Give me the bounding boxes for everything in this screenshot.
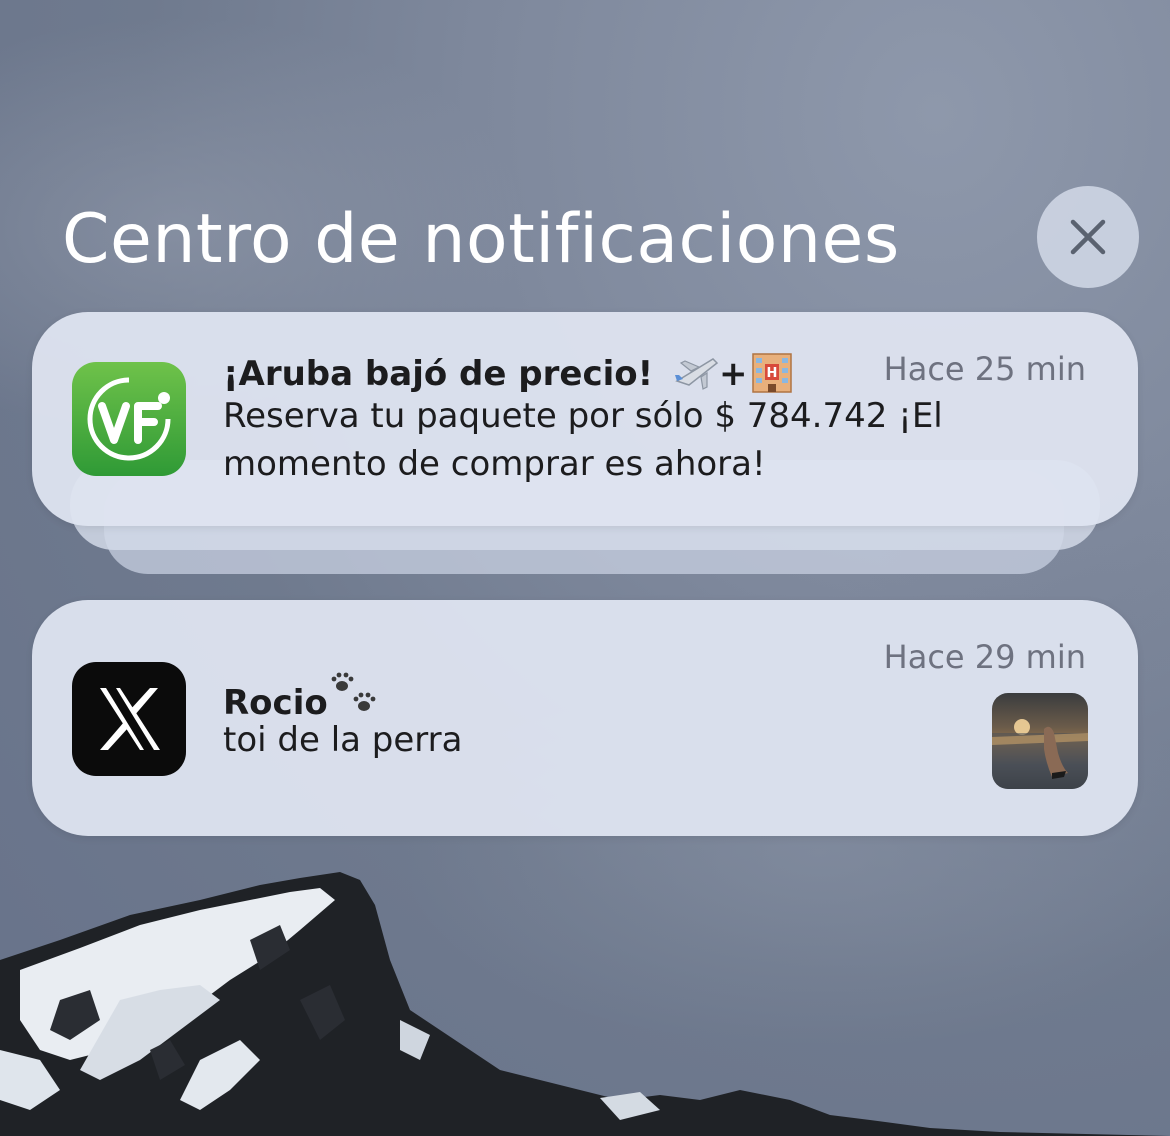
svg-text:H: H xyxy=(767,366,778,381)
x-logo-icon xyxy=(100,688,160,750)
vf-app-icon xyxy=(72,362,186,476)
plus-sign: + xyxy=(718,354,748,394)
notification-time: Hace 29 min xyxy=(883,638,1086,676)
notification-time: Hace 25 min xyxy=(883,350,1086,388)
close-button[interactable] xyxy=(1037,186,1139,288)
notification-card[interactable]: Hace 29 min Rocio toi de la perra xyxy=(32,600,1138,836)
page-title: Centro de notificaciones xyxy=(62,200,900,279)
notification-title-text: ¡Aruba bajó de precio! xyxy=(223,354,654,394)
notification-card[interactable]: ¡Aruba bajó de precio! + H Hace 25 min R… xyxy=(32,312,1138,526)
close-icon xyxy=(1070,219,1106,255)
x-app-icon xyxy=(72,662,186,776)
notification-body: toi de la perra xyxy=(223,720,463,760)
vf-logo-icon xyxy=(87,377,171,461)
photo-thumbnail[interactable] xyxy=(992,693,1088,789)
notification-body: Reserva tu paquete por sólo $ 784.742 ¡E… xyxy=(223,396,943,484)
